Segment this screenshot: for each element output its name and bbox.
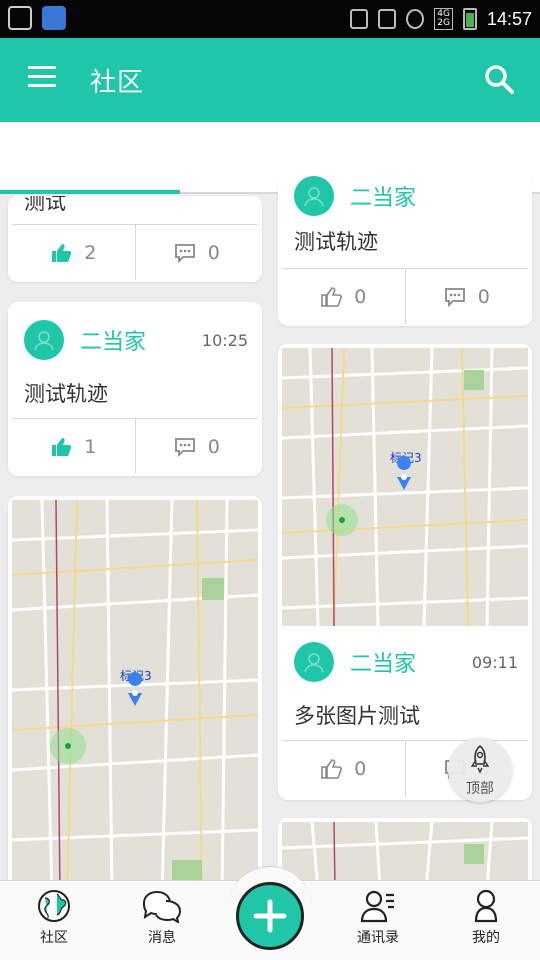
post-author-row: 二当家 10:25: [24, 318, 248, 362]
search-icon[interactable]: [484, 64, 514, 94]
signal-icon: 4G 2G: [434, 8, 453, 30]
hamburger-icon[interactable]: [28, 66, 56, 88]
post-card[interactable]: 测试 2 0: [8, 196, 262, 282]
tab-indicator: [0, 190, 180, 194]
post-actions: 1 0: [12, 418, 258, 474]
comment-count: 0: [477, 285, 490, 308]
page-title: 社区: [90, 68, 145, 98]
post-title: 测试: [24, 196, 66, 214]
nav-item-me[interactable]: 我的: [446, 889, 526, 947]
like-count: 0: [354, 285, 367, 308]
map-image[interactable]: 标记3: [12, 500, 258, 896]
avatar[interactable]: [24, 320, 64, 360]
user-icon: [304, 653, 324, 673]
comment-count: 0: [207, 241, 220, 264]
battery-icon: [462, 8, 477, 30]
status-bar: 4G 2G 14:57: [0, 0, 540, 38]
post-time: 09:11: [471, 652, 518, 672]
contacts-icon: [360, 890, 394, 923]
camera-icon: [8, 6, 32, 30]
post-actions: 2 0: [12, 224, 258, 280]
like-count: 1: [84, 435, 97, 458]
status-time: 14:57: [486, 8, 532, 29]
nav-label: 社区: [40, 930, 68, 946]
nav-item-contacts[interactable]: 通讯录: [338, 889, 418, 947]
post-title: 测试轨迹: [24, 382, 108, 406]
rocket-icon: [470, 744, 490, 774]
comment-icon: [174, 437, 195, 457]
post-title: 多张图片测试: [294, 704, 420, 728]
post-actions: 0 0: [282, 268, 528, 324]
post-card[interactable]: 标记3: [8, 496, 262, 896]
scroll-to-top-label: 顶部: [466, 781, 494, 797]
globe-icon: [38, 890, 70, 922]
comment-count: 0: [207, 435, 220, 458]
nfc-icon: [406, 9, 425, 29]
comment-icon: [444, 287, 465, 307]
post-author-row: 二当家: [294, 174, 518, 218]
plus-icon: [253, 899, 287, 933]
comment-icon: [174, 243, 195, 263]
comment-button[interactable]: 0: [404, 269, 529, 324]
comment-button[interactable]: 0: [134, 419, 259, 474]
nav-label: 通讯录: [357, 930, 399, 946]
comment-button[interactable]: 0: [134, 225, 259, 280]
like-count: 0: [354, 757, 367, 780]
scroll-to-top-button[interactable]: 顶部: [448, 738, 512, 802]
post-author-row: 二当家 09:11: [294, 640, 518, 684]
vibrate-icon: [378, 9, 397, 29]
mute-icon: [350, 9, 369, 29]
post-title: 测试轨迹: [294, 230, 378, 254]
post-card[interactable]: [278, 818, 532, 888]
like-button[interactable]: 2: [12, 225, 135, 280]
nav-item-community[interactable]: 社区: [14, 889, 94, 947]
person-icon: [474, 889, 498, 923]
create-post-button[interactable]: [236, 882, 304, 950]
nav-item-messages[interactable]: 消息: [122, 889, 202, 947]
username[interactable]: 二当家: [350, 180, 416, 212]
username[interactable]: 二当家: [350, 646, 416, 678]
user-icon: [304, 187, 324, 207]
like-count: 2: [84, 241, 97, 264]
post-card[interactable]: 二当家 10:25 测试轨迹 1 0: [8, 302, 262, 476]
post-card[interactable]: 标记3 二当家 09:11 多张图片测试 0 0: [278, 344, 532, 800]
like-button[interactable]: 0: [282, 741, 405, 796]
map-image[interactable]: [282, 822, 528, 888]
avatar[interactable]: [294, 642, 334, 682]
avatar[interactable]: [294, 176, 334, 216]
user-icon: [34, 331, 54, 351]
like-button[interactable]: 0: [282, 269, 405, 324]
app-bar: 社区: [0, 38, 540, 122]
cloud-icon: [42, 6, 66, 30]
thumbs-up-icon: [52, 243, 72, 262]
thumbs-up-icon: [321, 286, 343, 307]
like-button[interactable]: 1: [12, 419, 135, 474]
post-card[interactable]: 二当家 测试轨迹 0 0: [278, 172, 532, 326]
thumbs-up-icon: [321, 758, 343, 779]
post-time: 10:25: [201, 330, 248, 350]
nav-label: 消息: [148, 930, 176, 946]
chat-bubbles-icon: [142, 890, 182, 923]
username[interactable]: 二当家: [80, 324, 146, 356]
map-image[interactable]: 标记3: [282, 348, 528, 626]
thumbs-up-icon: [52, 437, 72, 456]
nav-label: 我的: [472, 930, 500, 946]
